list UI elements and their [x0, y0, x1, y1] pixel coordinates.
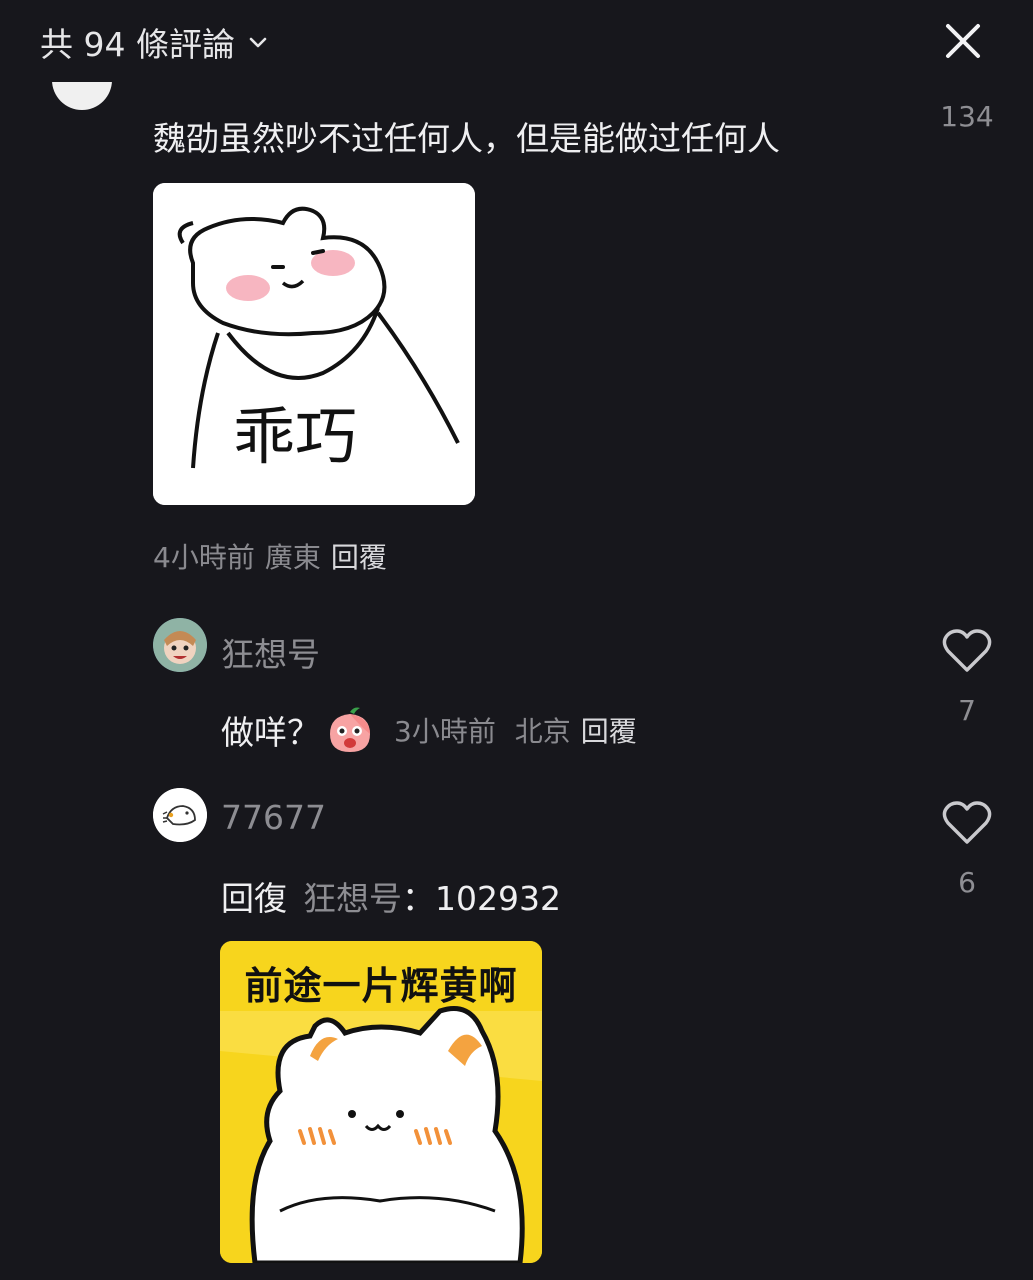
- avatar-image: [153, 618, 207, 672]
- peach-face-emoji: [330, 707, 370, 752]
- comments-header: 共 94 條評論: [0, 0, 1033, 82]
- reply-comment: 做咩？ 3小時前 北京 回覆: [221, 704, 637, 756]
- heart-icon[interactable]: [942, 628, 992, 674]
- username[interactable]: 77677: [221, 798, 326, 837]
- comment-time: 4小時前: [153, 541, 255, 574]
- reply-time: 3小時前: [394, 715, 496, 748]
- comment-sticker-image[interactable]: 乖巧: [153, 183, 475, 505]
- cat-sticker-illustration: 乖巧: [153, 183, 475, 505]
- sticker-caption: 乖巧: [233, 400, 357, 473]
- like-count: 7: [958, 694, 976, 727]
- reply-prefix: 回復: [221, 879, 287, 918]
- avatar[interactable]: [153, 788, 207, 842]
- reply-text: ：102932: [402, 879, 561, 918]
- reply-sticker-image[interactable]: 前途一片辉黄啊: [220, 941, 542, 1263]
- sticker-caption: 前途一片辉黄啊: [244, 964, 518, 1008]
- reply-comment: 回復 狂想号 ：102932: [221, 872, 561, 920]
- comment-count-label: 共 94 條評論: [40, 25, 235, 64]
- reply-button[interactable]: 回覆: [581, 715, 637, 748]
- reply-button[interactable]: 回覆: [331, 541, 387, 574]
- comment-meta: 4小時前 廣東 回覆: [153, 536, 387, 576]
- reply-location: 北京: [514, 715, 571, 748]
- heart-icon[interactable]: [942, 800, 992, 846]
- reply-meta: 3小時前 北京 回覆: [394, 710, 637, 750]
- mention-link[interactable]: 狂想号: [303, 872, 402, 920]
- like-count: 134: [940, 100, 994, 133]
- reply-text: 做咩？: [221, 713, 320, 752]
- avatar[interactable]: [153, 618, 207, 672]
- chevron-down-icon: [249, 37, 267, 48]
- comments-panel: 共 94 條評論 魏劭虽然吵不过任何人，但是能做过任何人 134 乖巧 4小時前…: [0, 0, 1033, 1280]
- username[interactable]: 狂想号: [221, 628, 320, 676]
- comment-text: 魏劭虽然吵不过任何人，但是能做过任何人: [153, 119, 780, 158]
- close-icon[interactable]: [940, 18, 986, 64]
- avatar-image: [153, 788, 207, 842]
- comment-location: 廣東: [264, 541, 321, 574]
- comment-count-dropdown[interactable]: 共 94 條評論: [40, 18, 269, 66]
- like-count: 6: [958, 866, 976, 899]
